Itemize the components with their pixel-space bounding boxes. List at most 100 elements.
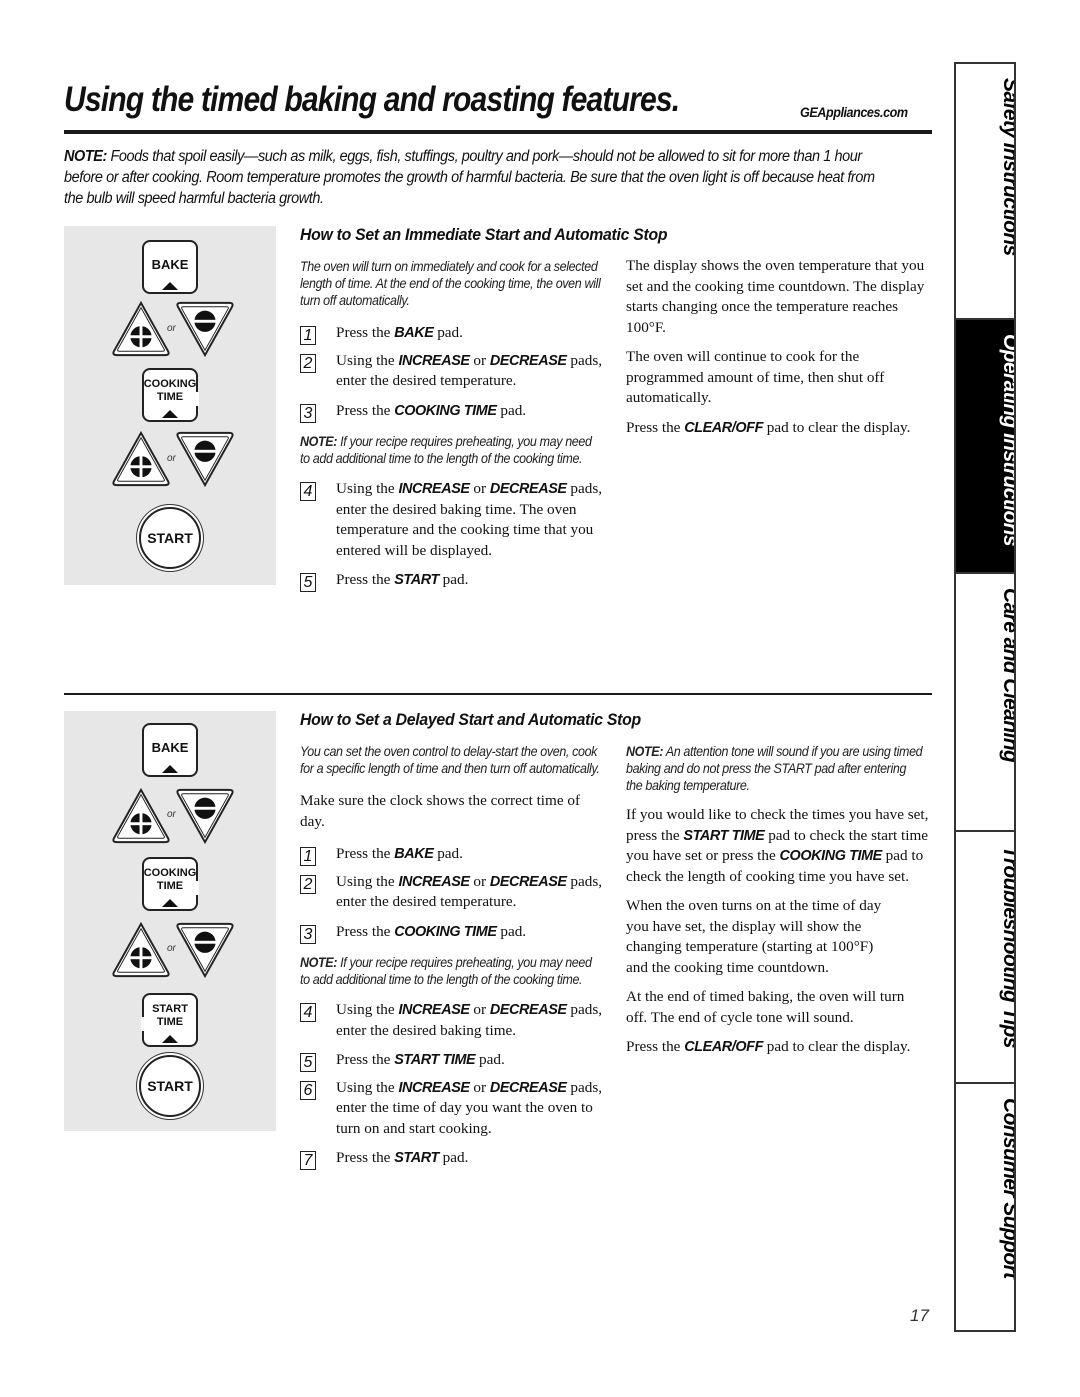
note-label: NOTE: (64, 148, 107, 165)
step-pad-name: START (394, 1150, 439, 1166)
note-label: NOTE: (300, 955, 338, 970)
step-text: or (469, 872, 490, 890)
step-pad-name: DECREASE (489, 1002, 567, 1018)
step-number: 3 (300, 403, 316, 423)
cooking-time-pad-label-2: TIME (156, 391, 184, 403)
step-pad-name: DECREASE (489, 873, 567, 890)
step-pad-name: INCREASE (398, 873, 470, 890)
increase-pad-icon (112, 301, 170, 357)
tab-care-and-cleaning[interactable]: Care and Cleaning (956, 574, 1014, 832)
bake-pad-label: BAKE (151, 740, 189, 755)
clear-info: Press the CLEAR/OFF pad to clear the dis… (626, 1037, 930, 1058)
attention-tone-note: NOTE: An attention tone will sound if yo… (626, 743, 925, 794)
step-2: 2 Using the INCREASE or DECREASE pads, e… (300, 872, 610, 913)
step-pad-name: DECREASE (489, 352, 567, 369)
pad-name: CLEAR/OFF (684, 419, 763, 436)
immediate-lead: The oven will turn on immediately and co… (300, 259, 601, 308)
section-tabs-sidebar: Safety Instructions Operating Instructio… (954, 62, 1016, 1332)
note-text: If your recipe requires preheating, you … (300, 434, 592, 466)
clock-instruction: Make sure the clock shows the correct ti… (300, 792, 581, 830)
step-text: pad. (433, 845, 463, 862)
step-text: Press the (336, 1051, 395, 1068)
step-text: pad. (475, 1051, 505, 1068)
arrow-up-icon (162, 282, 178, 290)
step-4: 4 Using the INCREASE or DECREASE pads, e… (300, 1000, 610, 1041)
increase-pad-icon (112, 788, 170, 844)
cooking-time-pad: COOKING TIME (142, 857, 199, 911)
step-text: Using the (336, 1001, 399, 1018)
tab-operating-instructions[interactable]: Operating Instructions (956, 320, 1014, 574)
cooking-time-pad: COOKING TIME (142, 368, 199, 422)
step-pad-name: DECREASE (489, 481, 567, 497)
note-text: An attention tone will sound if you are … (626, 744, 923, 793)
step-text: Using the (336, 480, 399, 497)
start-time-pad-label-2: TIME (156, 1016, 184, 1028)
delayed-steps-column: You can set the oven control to delay-st… (300, 743, 610, 1170)
cooking-time-pad-label-2: TIME (156, 880, 184, 892)
step-pad-name: INCREASE (398, 481, 470, 497)
step-text: or (469, 351, 490, 369)
step-number: 1 (300, 847, 316, 866)
step-number: 4 (300, 1003, 316, 1022)
step-pad-name: START TIME (394, 1052, 476, 1068)
text: pad to clear the display. (762, 418, 911, 436)
step-pad-name: START (394, 572, 439, 588)
start-time-pad-label-1: START (152, 1003, 188, 1015)
bake-pad-label: BAKE (151, 257, 189, 272)
pad-name: CLEAR/OFF (684, 1039, 763, 1055)
step-text: Using the (336, 1078, 399, 1096)
display-info: The display shows the oven temperature t… (626, 257, 925, 336)
step-pad-name: COOKING TIME (394, 402, 497, 419)
delayed-info-column: NOTE: An attention tone will sound if yo… (626, 743, 930, 1058)
step-text: Press the (336, 1149, 395, 1166)
tab-troubleshooting-tips[interactable]: Troubleshooting Tips (956, 832, 1014, 1084)
step-text: pad. (438, 1149, 469, 1166)
note-label: NOTE: (300, 434, 338, 449)
step-text: Press the (336, 401, 395, 419)
section-heading-delayed: How to Set a Delayed Start and Automatic… (300, 710, 641, 729)
bake-pad: BAKE (142, 723, 198, 777)
step-4: 4 Using the INCREASE or DECREASE pads, e… (300, 479, 610, 561)
step-text: Press the (336, 845, 395, 862)
tab-label: Safety Instructions (999, 78, 1014, 256)
increase-pad-icon (112, 431, 170, 487)
title-rule (64, 130, 932, 134)
check-times-info: If you would like to check the times you… (626, 805, 930, 887)
step-number: 2 (300, 874, 316, 894)
increase-pad-icon (112, 922, 170, 978)
keypad-illustration-immediate: BAKE or COOKING TIME or START (64, 226, 276, 585)
site-url[interactable]: GEAppliances.com (800, 104, 908, 120)
pad-name: COOKING TIME (779, 848, 883, 864)
start-time-pad: START TIME (141, 993, 198, 1047)
tab-consumer-support[interactable]: Consumer Support (956, 1084, 1014, 1330)
cooking-time-pad-label-1: COOKING (143, 867, 197, 879)
step-number: 5 (300, 573, 316, 592)
text: pad to clear the display. (762, 1038, 911, 1055)
step-7: 7 Press the START pad. (300, 1148, 610, 1170)
page-title: Using the timed baking and roasting feat… (64, 80, 680, 119)
decrease-pad-icon (176, 788, 234, 844)
note-text: Foods that spoil easily—such as milk, eg… (64, 148, 875, 207)
step-text: Press the (336, 922, 395, 940)
step-number: 5 (300, 1053, 316, 1072)
step-text: Using the (336, 872, 399, 890)
tab-safety-instructions[interactable]: Safety Instructions (956, 64, 1014, 320)
start-pad: START (139, 507, 201, 569)
immediate-info-column: The display shows the oven temperature t… (626, 256, 928, 438)
immediate-steps-column: The oven will turn on immediately and co… (300, 258, 610, 592)
pad-name: START TIME (683, 827, 765, 844)
step-pad-name: INCREASE (398, 352, 470, 369)
step-2: 2 Using the INCREASE or DECREASE pads, e… (300, 351, 610, 392)
note-label: NOTE: (626, 744, 664, 759)
step-number: 4 (300, 482, 316, 501)
step-text: or (469, 1078, 490, 1096)
tab-label: Operating Instructions (999, 334, 1014, 546)
text: Press the (626, 1038, 685, 1055)
step-pad-name: DECREASE (489, 1079, 567, 1096)
start-pad-label: START (147, 1078, 193, 1094)
keypad-illustration-delayed: BAKE or COOKING TIME or START TIME START (64, 711, 276, 1131)
note-text: If your recipe requires preheating, you … (300, 955, 592, 987)
continue-info: The oven will continue to cook for the p… (626, 348, 885, 406)
clear-info: Press the CLEAR/OFF pad to clear the dis… (626, 418, 928, 439)
tab-label: Consumer Support (999, 1098, 1014, 1279)
